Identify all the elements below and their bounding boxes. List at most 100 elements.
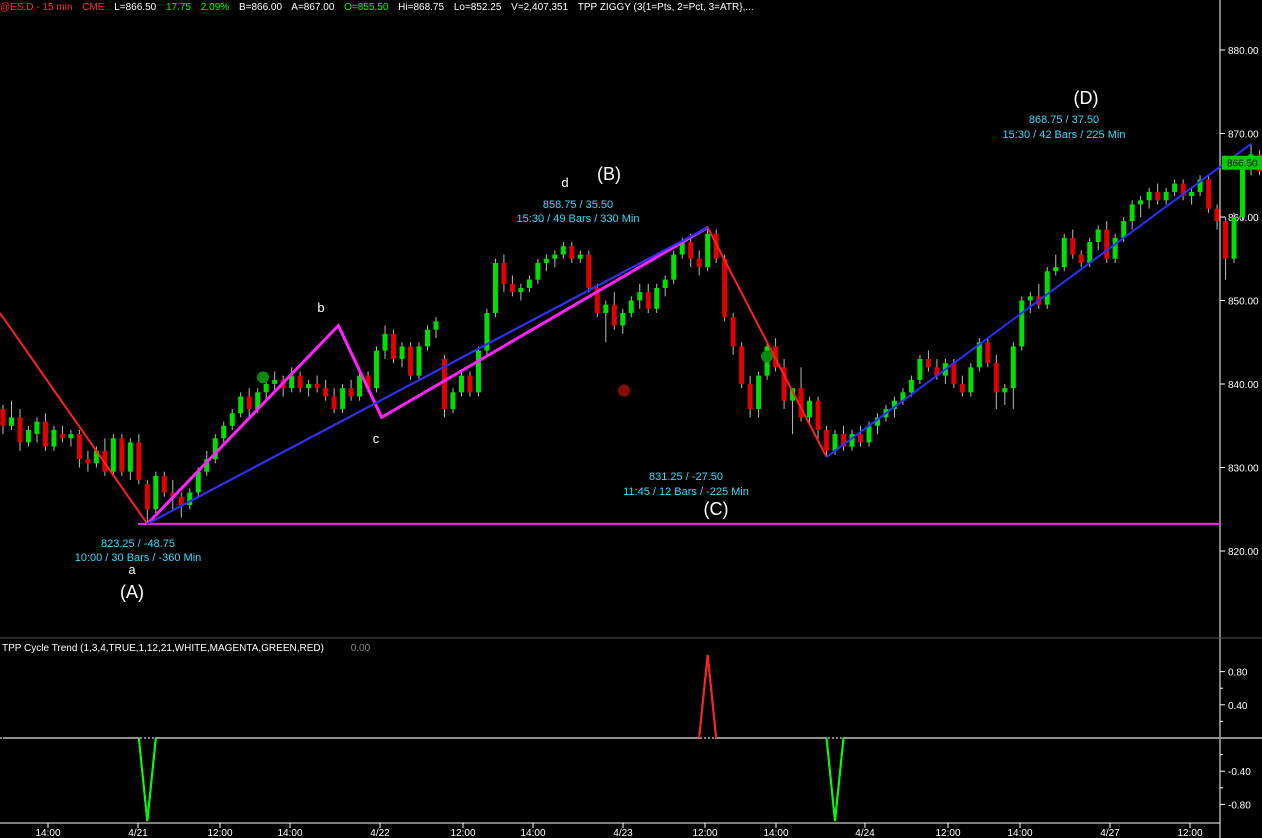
x-tick-label: 12:00 <box>935 828 960 838</box>
cycle-spike <box>698 654 718 739</box>
candle-body <box>1010 346 1016 389</box>
x-tick-label: 4/23 <box>613 828 633 838</box>
swing-b-price-label: 858.75 / 35.50 <box>543 199 613 211</box>
header-last: L=866.50 <box>114 2 157 13</box>
swing-b-time-label: 15:30 / 49 Bars / 330 Min <box>517 213 640 225</box>
indicator-y-tick-label: 0.80 <box>1228 668 1248 679</box>
candle-body <box>1206 179 1212 209</box>
candle-body <box>959 384 965 393</box>
candle-body <box>399 346 405 359</box>
indicator-title: TPP Cycle Trend (1,3,4,TRUE,1,12,21,WHIT… <box>2 643 324 654</box>
x-tick-label: 14:00 <box>520 828 545 838</box>
candle-body <box>1027 296 1033 301</box>
indicator-header: TPP Cycle Trend (1,3,4,TRUE,1,12,21,WHIT… <box>2 643 370 654</box>
chart-header: @ES.D - 15 min CME L=866.50 17.75 2.09% … <box>0 2 761 13</box>
trend-line-ab <box>146 226 709 525</box>
x-tick-label: 4/22 <box>370 828 390 838</box>
candle-body <box>178 496 184 506</box>
candle-body <box>110 438 116 472</box>
candle-body <box>688 242 694 259</box>
candle-body <box>951 363 957 384</box>
candle-body <box>645 292 651 309</box>
candle-body <box>458 375 464 393</box>
candle-body <box>119 438 125 472</box>
candle-body <box>756 375 762 410</box>
header-change: 17.75 <box>165 2 192 13</box>
candle-body <box>314 384 320 389</box>
candle-body <box>560 246 566 255</box>
candle-body <box>1155 191 1161 201</box>
swing-a-time-label: 10:00 / 30 Bars / -360 Min <box>75 552 202 564</box>
candle-body <box>908 379 914 393</box>
candle-body <box>1019 300 1025 347</box>
candle-body <box>1087 242 1093 263</box>
swing-c-minor-label: c <box>373 431 380 446</box>
candle-body <box>1112 237 1118 259</box>
candle-body <box>807 400 813 418</box>
candle-body <box>323 388 329 397</box>
candle-body <box>59 434 65 439</box>
candle-body <box>1146 191 1152 201</box>
candle-body <box>85 459 91 464</box>
x-tick-label: 4/27 <box>1100 828 1120 838</box>
indicator-y-tick-label: -0.40 <box>1228 767 1251 778</box>
candle-body <box>1138 200 1144 205</box>
cycle-trend-line <box>3 654 1262 822</box>
candle-body <box>628 300 634 314</box>
candle-body <box>696 258 702 268</box>
indicator-y-tick-label: -0.80 <box>1228 800 1251 811</box>
candle-body <box>577 254 583 259</box>
candle-body <box>475 350 481 393</box>
candle-body <box>357 375 363 397</box>
candle-body <box>25 429 31 443</box>
candle-body <box>1061 237 1067 268</box>
x-tick-label: 4/21 <box>128 828 148 838</box>
swing-c-price-label: 831.25 / -27.50 <box>649 471 723 483</box>
price-chart[interactable]: 880.00870.00860.00850.00840.00830.00820.… <box>0 0 1262 838</box>
candle-body <box>1044 271 1050 305</box>
x-tick-label: 14:00 <box>1007 828 1032 838</box>
swing-b-label: (B) <box>597 164 621 184</box>
header-volume: V=2,407,351 <box>511 2 569 13</box>
candle-body <box>1078 254 1084 263</box>
candle-body <box>824 429 830 451</box>
swing-c-time-label: 11:45 / 12 Bars / -225 Min <box>623 486 749 498</box>
candle-body <box>391 333 397 359</box>
green-marker <box>257 371 269 384</box>
y-tick-label: 830.00 <box>1228 464 1259 475</box>
x-tick-label: 4/24 <box>855 828 875 838</box>
x-tick-label: 14:00 <box>277 828 302 838</box>
candle-body <box>340 388 346 410</box>
candle-body <box>1231 217 1237 259</box>
green-marker <box>761 350 773 363</box>
x-tick-label: 12:00 <box>450 828 475 838</box>
indicator-y-tick-label: 0.40 <box>1228 701 1248 712</box>
cycle-spike <box>825 737 845 822</box>
candle-body <box>1172 183 1178 192</box>
candle-body <box>0 409 6 426</box>
candle-body <box>1002 388 1008 393</box>
candle-body <box>857 434 863 443</box>
candle-body <box>492 262 498 314</box>
header-high: Hi=868.75 <box>398 2 445 13</box>
swing-d-price-label: 868.75 / 37.50 <box>1029 114 1099 126</box>
candle-body <box>722 258 728 318</box>
candle-body <box>925 358 931 368</box>
header-ask: A=867.00 <box>291 2 335 13</box>
swing-a-price-label: 823.25 / -48.75 <box>101 538 175 550</box>
x-tick-label: 14:00 <box>35 828 60 838</box>
candle-body <box>17 417 23 443</box>
candle-body <box>705 233 711 268</box>
candle-body <box>1214 208 1220 222</box>
swing-d-minor-label: d <box>561 175 568 190</box>
candle-body <box>1104 229 1110 259</box>
header-study: TPP ZIGGY (3{1=Pts, 2=Pct, 3=ATR},... <box>577 2 754 13</box>
candle-body <box>993 363 999 393</box>
candle-body <box>272 379 278 384</box>
x-tick-label: 12:00 <box>1177 828 1202 838</box>
y-tick-label: 840.00 <box>1228 380 1259 391</box>
candle-body <box>985 342 991 364</box>
swing-c-label: (C) <box>704 499 729 519</box>
candle-body <box>263 384 269 393</box>
swing-d-time-label: 15:30 / 42 Bars / 225 Min <box>1003 129 1126 141</box>
